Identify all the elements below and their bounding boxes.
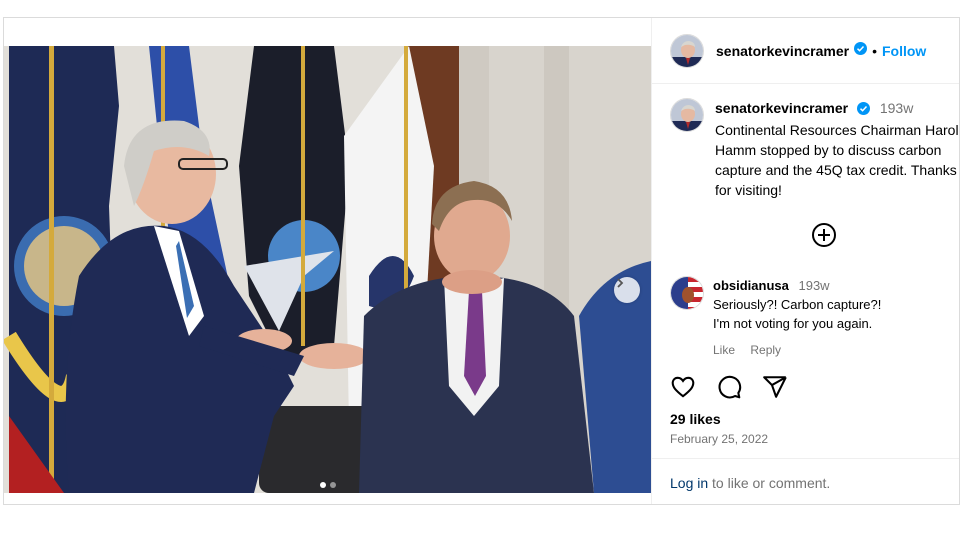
likes-count[interactable]: 29 likes — [670, 411, 721, 427]
commenter-avatar[interactable] — [670, 276, 704, 310]
comment-like-button[interactable]: Like — [713, 343, 735, 357]
author-avatar[interactable] — [670, 33, 704, 68]
post-date: February 25, 2022 — [670, 432, 769, 446]
follow-button[interactable]: Follow — [882, 43, 926, 59]
caption-time[interactable]: 193w — [880, 100, 913, 116]
comment-text-line-2: I'm not voting for you again. — [713, 316, 873, 331]
caption-username[interactable]: senatorkevincramer — [715, 100, 848, 116]
load-more-comments-button[interactable] — [811, 222, 837, 248]
commenter-username[interactable]: obsidianusa — [713, 278, 789, 293]
comment-text-line-1: Seriously?! Carbon capture?! — [713, 297, 882, 312]
comment-meta: Like Reply — [713, 341, 959, 360]
share-icon — [763, 376, 787, 398]
verified-badge-icon — [854, 41, 868, 60]
instagram-post: senatorkevincramer • Follow senatorkevin… — [3, 17, 960, 505]
post-side-panel: senatorkevincramer • Follow senatorkevin… — [651, 18, 960, 504]
login-link[interactable]: Log in — [670, 475, 708, 491]
post-caption: senatorkevincramer 193w Continental Reso… — [670, 98, 960, 200]
login-prompt-text: to like or comment. — [708, 475, 831, 491]
chevron-right-icon — [617, 278, 624, 288]
share-button[interactable] — [762, 374, 788, 400]
heart-icon — [671, 376, 695, 398]
caption-author-avatar[interactable] — [670, 98, 704, 132]
separator-bullet: • — [872, 42, 877, 59]
like-button[interactable] — [670, 374, 696, 400]
plus-circle-icon — [812, 223, 836, 247]
verified-badge-icon — [856, 100, 870, 120]
post-header: senatorkevincramer • Follow — [652, 18, 959, 84]
post-actions — [670, 374, 788, 400]
post-photo[interactable] — [4, 46, 651, 493]
photo-scene — [4, 46, 651, 493]
comment-icon — [718, 375, 742, 399]
comment-reply-button[interactable]: Reply — [750, 343, 781, 357]
author-username[interactable]: senatorkevincramer — [716, 43, 849, 59]
comment-button[interactable] — [716, 374, 742, 400]
carousel-dot-2 — [330, 482, 336, 488]
comment-time[interactable]: 193w — [798, 278, 829, 293]
comment-item: obsidianusa 193w Seriously?! Carbon capt… — [670, 276, 959, 360]
login-prompt: Log in to like or comment. — [652, 458, 959, 504]
carousel-dot-1 — [320, 482, 326, 488]
carousel-indicator — [320, 482, 336, 488]
caption-text: Continental Resources Chairman Harold Ha… — [715, 122, 960, 198]
next-slide-button[interactable] — [614, 277, 640, 303]
